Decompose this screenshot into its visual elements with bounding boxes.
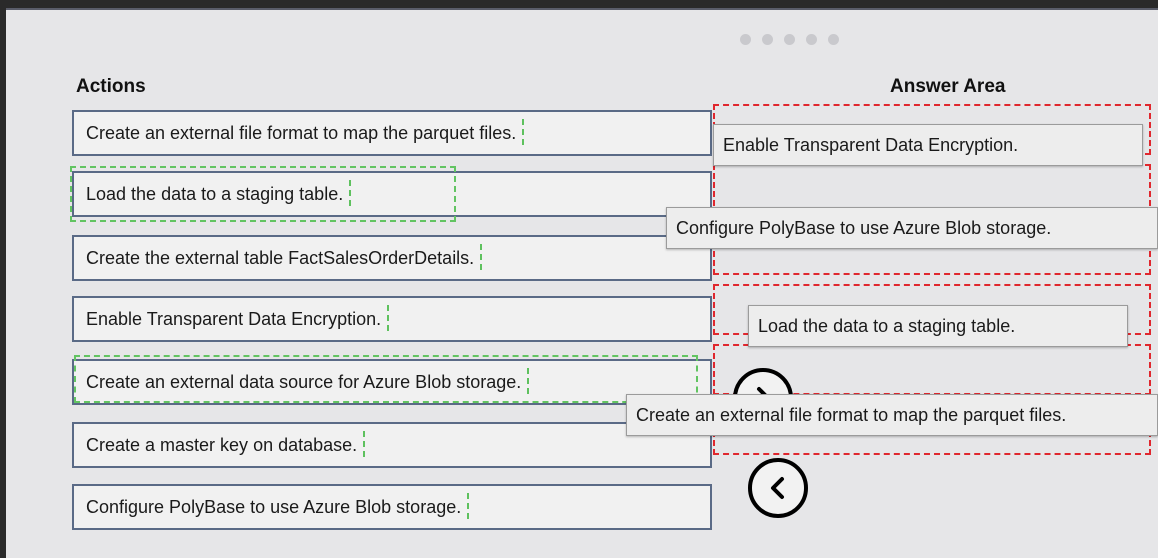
answer-item-load-staging[interactable]: Load the data to a staging table. [748, 305, 1128, 347]
pager-dot[interactable] [784, 34, 795, 45]
pager-dot[interactable] [740, 34, 751, 45]
action-label: Configure PolyBase to use Azure Blob sto… [86, 492, 470, 519]
action-label: Create a master key on database. [86, 430, 366, 457]
action-label: Create an external file format to map th… [86, 118, 525, 145]
action-item-enable-tde[interactable]: Enable Transparent Data Encryption. [72, 296, 712, 342]
move-left-button[interactable] [748, 458, 808, 518]
answer-area-heading: Answer Area [890, 76, 1006, 97]
pager-dot[interactable] [828, 34, 839, 45]
action-item-external-data-source[interactable]: Create an external data source for Azure… [72, 359, 712, 405]
action-label: Create an external data source for Azure… [86, 367, 530, 394]
answer-item-enable-tde[interactable]: Enable Transparent Data Encryption. [713, 124, 1143, 166]
pager-dots [740, 34, 839, 45]
action-item-master-key[interactable]: Create a master key on database. [72, 422, 712, 468]
answer-item-configure-polybase[interactable]: Configure PolyBase to use Azure Blob sto… [666, 207, 1158, 249]
pager-dot[interactable] [762, 34, 773, 45]
action-label: Create the external table FactSalesOrder… [86, 243, 483, 270]
chevron-left-icon [771, 477, 784, 499]
action-item-external-file-format[interactable]: Create an external file format to map th… [72, 110, 712, 156]
action-item-external-table[interactable]: Create the external table FactSalesOrder… [72, 235, 712, 281]
action-label: Enable Transparent Data Encryption. [86, 304, 390, 331]
action-label: Load the data to a staging table. [86, 179, 352, 206]
pager-dot[interactable] [806, 34, 817, 45]
actions-heading: Actions [76, 76, 146, 97]
action-item-configure-polybase[interactable]: Configure PolyBase to use Azure Blob sto… [72, 484, 712, 530]
answer-item-external-file-format[interactable]: Create an external file format to map th… [626, 394, 1158, 436]
action-item-load-staging[interactable]: Load the data to a staging table. [72, 171, 712, 217]
